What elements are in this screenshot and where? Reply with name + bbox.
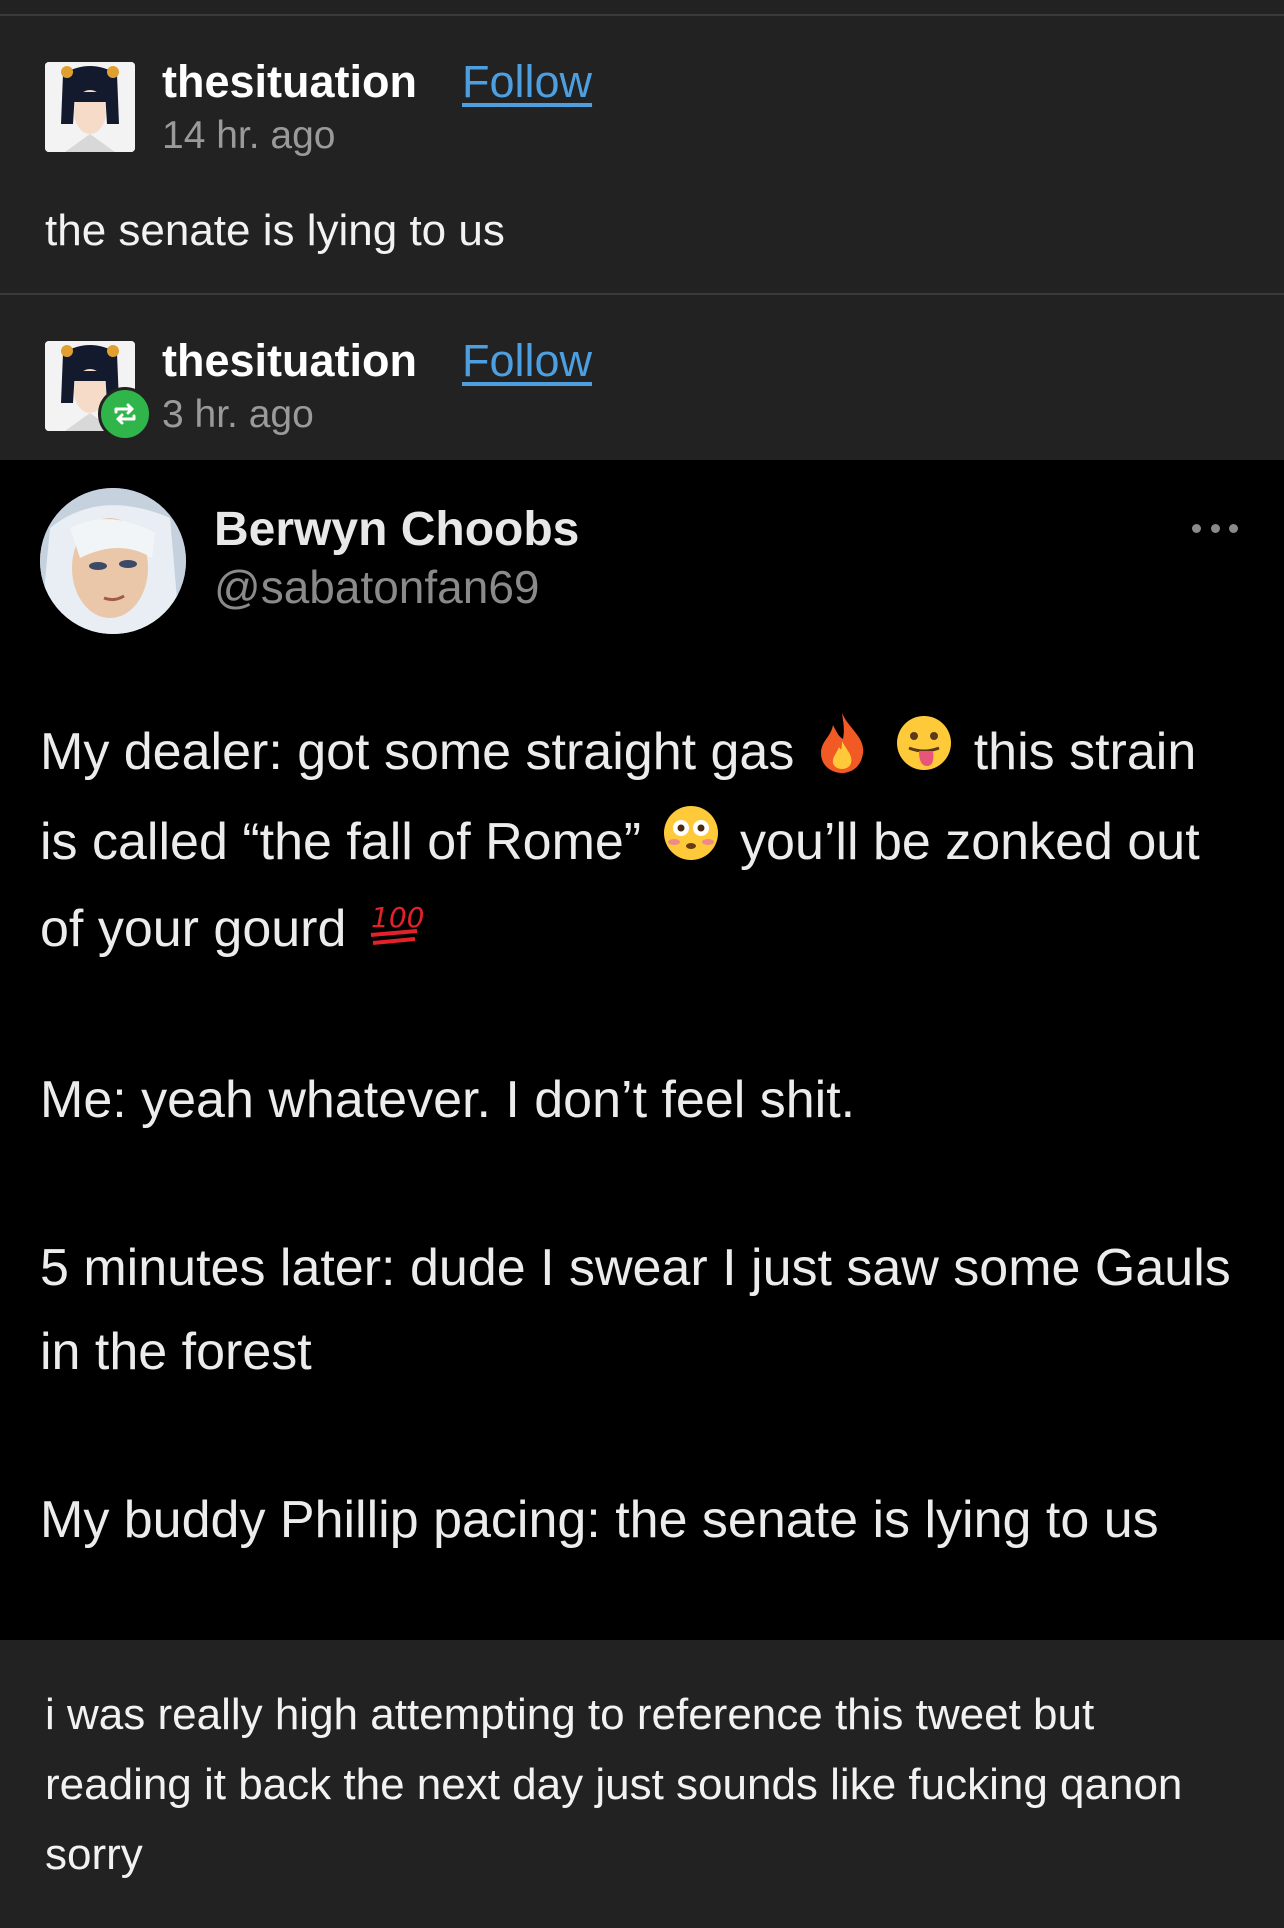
top-divider xyxy=(0,0,1284,16)
post-text: the senate is lying to us xyxy=(45,206,505,255)
username[interactable]: thesituation xyxy=(162,335,417,387)
svg-text:100: 100 xyxy=(371,901,423,934)
timestamp: 14 hr. ago xyxy=(162,114,336,157)
tweet-author-name: Berwyn Choobs xyxy=(214,503,580,556)
tweet-paragraph: Me: yeah whatever. I don’t feel shit. xyxy=(40,1071,856,1130)
tweet-screenshot: Berwyn Choobs @sabatonfan69 My dealer: g… xyxy=(0,460,1284,1640)
follow-link[interactable]: Follow xyxy=(462,56,592,108)
avatar[interactable] xyxy=(45,62,135,152)
tongue-emoji xyxy=(895,713,953,797)
username[interactable]: thesituation xyxy=(162,56,417,108)
tweet-paragraph: My buddy Phillip pacing: the senate is l… xyxy=(40,1491,1159,1550)
tweet-paragraph: My dealer: got some straight gas this st… xyxy=(40,710,1240,974)
tweet-line: My dealer: got some straight gas xyxy=(40,723,795,781)
more-options-icon[interactable] xyxy=(1192,520,1238,536)
tweet-author-handle: @sabatonfan69 xyxy=(214,561,540,613)
post-original: thesituation Follow 14 hr. ago the senat… xyxy=(0,16,1284,295)
tweet-avatar xyxy=(40,488,186,634)
tweet-paragraph: 5 minutes later: dude I swear I just saw… xyxy=(40,1239,1231,1382)
hundred-emoji: 100 xyxy=(367,890,424,974)
post-caption: i was really high attempting to referenc… xyxy=(45,1690,1183,1879)
tweet-text: My dealer: got some straight gas this st… xyxy=(40,710,1240,1562)
follow-link[interactable]: Follow xyxy=(462,335,592,387)
reblog-icon xyxy=(98,387,152,441)
flushed-emoji xyxy=(662,803,720,887)
fire-emoji xyxy=(815,711,869,800)
post-reblog-header: thesituation Follow 3 hr. ago xyxy=(0,295,1284,477)
timestamp: 3 hr. ago xyxy=(162,393,314,436)
